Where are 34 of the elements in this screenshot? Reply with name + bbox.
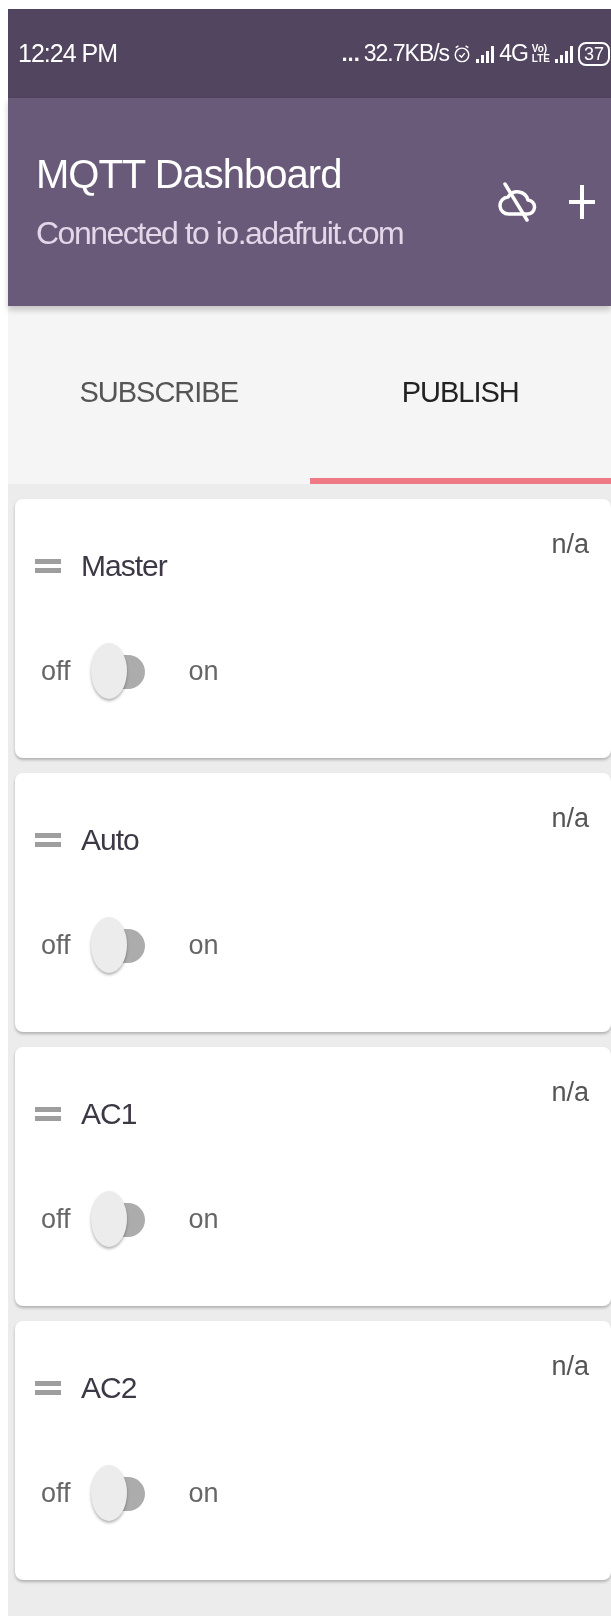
off-label: off: [41, 1477, 71, 1509]
drag-handle-icon[interactable]: [35, 1106, 61, 1122]
tab[interactable]: PUBLISH: [309, 306, 611, 484]
network-speed: 32.7KB/s: [363, 40, 450, 67]
switch-name: AC1: [81, 1097, 138, 1131]
switch-value: n/a: [551, 1351, 589, 1382]
drag-handle-icon[interactable]: [35, 558, 61, 574]
switch-name: Master: [81, 549, 169, 583]
signal-icon: [475, 43, 496, 64]
volte-indicator: Vo) LTE: [531, 43, 550, 64]
on-label: on: [188, 1477, 219, 1509]
clock-time: 12:24 PM: [18, 39, 117, 68]
off-label: off: [41, 929, 71, 961]
drag-handle-icon[interactable]: [35, 832, 61, 848]
network-type: 4G: [499, 40, 528, 67]
drag-handle-icon[interactable]: [35, 1380, 61, 1396]
signal-icon: [553, 43, 574, 64]
switch-name: AC2: [81, 1371, 138, 1405]
on-label: on: [188, 1203, 219, 1235]
connection-status: Connected to io.adafruit.com: [36, 215, 405, 252]
more-notifications: ...: [341, 40, 360, 67]
on-label: on: [188, 929, 219, 961]
switch-value: n/a: [551, 529, 589, 560]
cloud-off-icon[interactable]: [497, 180, 537, 224]
switch-value: n/a: [551, 803, 589, 834]
battery-level: 37: [577, 41, 610, 66]
off-label: off: [41, 1203, 71, 1235]
app-title: MQTT Dashboard: [36, 152, 343, 197]
switch-name: Auto: [81, 823, 140, 857]
off-label: off: [41, 655, 71, 687]
tab[interactable]: SUBSCRIBE: [8, 306, 310, 484]
on-label: on: [188, 655, 219, 687]
switch-value: n/a: [551, 1077, 589, 1108]
add-icon[interactable]: [567, 182, 597, 222]
